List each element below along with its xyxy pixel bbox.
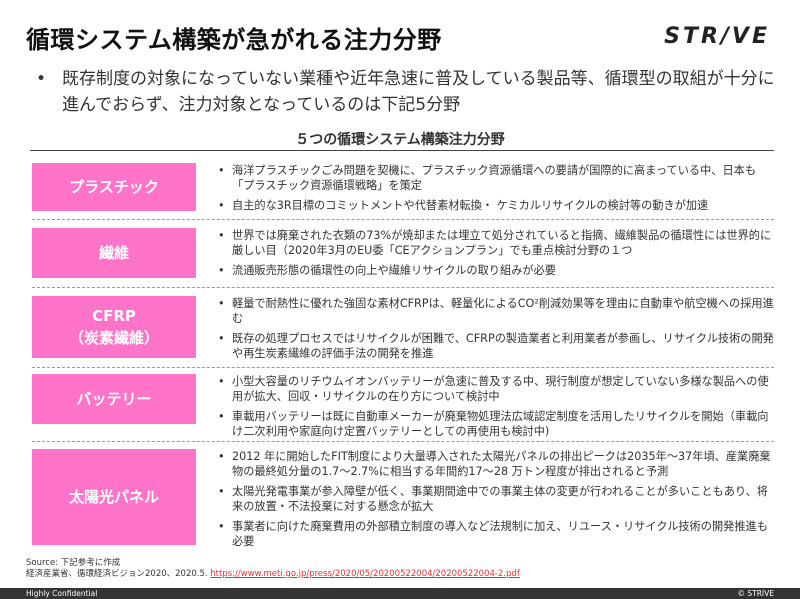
label-plastic: プラスチック [32,163,196,211]
bullet-list: 2012 年に開始したFIT制度により大量導入された太陽光パネルの排出ピークは2… [218,449,778,554]
source-note: Source: 下記参考に作成 経済産業省、循環経済ビジョン2020、2020.… [26,558,520,580]
list-item: 太陽光発電事業が参入障壁が低く、事業期間途中での事業主体の変更が行われることが多… [218,484,778,514]
list-item: 世界では廃棄された衣類の73%が焼却または埋立て処分されていると指摘、繊維製品の… [218,228,778,258]
label-text: プラスチック [69,178,159,196]
row-divider [32,287,774,288]
label-text: 太陽光パネル [68,488,159,506]
list-item: 自主的な3R目標のコミットメントや代替素材転換・ ケミカルリサイクルの検討等の動… [218,198,778,213]
list-item: 事業者に向けた廃棄費用の外部積立制度の導入など法規制に加え、リユース・リサイクル… [218,519,778,549]
list-item: 2012 年に開始したFIT制度により大量導入された太陽光パネルの排出ピークは2… [218,449,778,479]
list-item: 海洋プラスチックごみ問題を契機に、プラスチック資源循環への要請が国際的に高まって… [218,163,778,193]
source-line: Source: 下記参考に作成 [26,558,121,568]
row-divider [32,367,774,368]
label-solar: 太陽光パネル [32,449,196,545]
footer-bar: Highly Confidential © STRIVE [0,588,800,599]
source-reference-text: 経済産業省、循環経済ビジョン2020、2020.5. [26,569,208,579]
source-reference: 経済産業省、循環経済ビジョン2020、2020.5. https://www.m… [26,569,520,580]
list-item: 車載用バッテリーは既に自動車メーカーが廃棄物処理法広域認定制度を活用したリサイク… [218,409,778,439]
list-item: 既存の処理プロセスではリサイクルが困難で、CFRPの製造業者と利用業者が参画し、… [218,331,778,361]
bullet-list: 軽量で耐熱性に優れた強固な素材CFRPは、軽量化によるCO²削減効果等を理由に自… [218,296,778,366]
label-text: 繊維 [98,244,129,262]
bullet-list: 小型大容量のリチウムイオンバッテリーが急速に普及する中、現行制度が想定していない… [218,374,778,444]
bullet-list: 海洋プラスチックごみ問題を契機に、プラスチック資源循環への要請が国際的に高まって… [218,163,778,218]
list-item: 流通販売形態の循環性の向上や繊維リサイクルの取り組みが必要 [218,263,778,278]
list-item: 軽量で耐熱性に優れた強固な素材CFRPは、軽量化によるCO²削減効果等を理由に自… [218,296,778,326]
lead-statement: • 既存制度の対象になっていない業種や近年急速に普及している製品等、循環型の取組… [36,66,776,118]
label-battery: バッテリー [32,374,196,424]
label-fiber: 繊維 [32,228,196,278]
strive-logo: STR/VE [664,24,770,49]
row-divider [32,441,774,442]
table-title: ５つの循環システム構築注力分野 [295,132,505,148]
confidential-label: Highly Confidential [26,589,98,598]
label-subtext: （炭素繊維） [68,329,159,347]
bullet-icon: • [36,69,47,89]
source-link[interactable]: https://www.meti.go.jp/press/2020/05/202… [210,569,520,579]
bullet-list: 世界では廃棄された衣類の73%が焼却または埋立て処分されていると指摘、繊維製品の… [218,228,778,283]
row-divider [32,219,774,220]
label-text: CFRP [92,307,136,325]
label-text: バッテリー [76,390,152,408]
page-title: 循環システム構築が急がれる注力分野 [26,26,442,54]
label-cfrp: CFRP （炭素繊維） [32,296,196,358]
title-rule [30,150,774,151]
lead-text: 既存制度の対象になっていない業種や近年急速に普及している製品等、循環型の取組が十… [62,69,775,115]
copyright-label: © STRIVE [737,589,774,598]
list-item: 小型大容量のリチウムイオンバッテリーが急速に普及する中、現行制度が想定していない… [218,374,778,404]
